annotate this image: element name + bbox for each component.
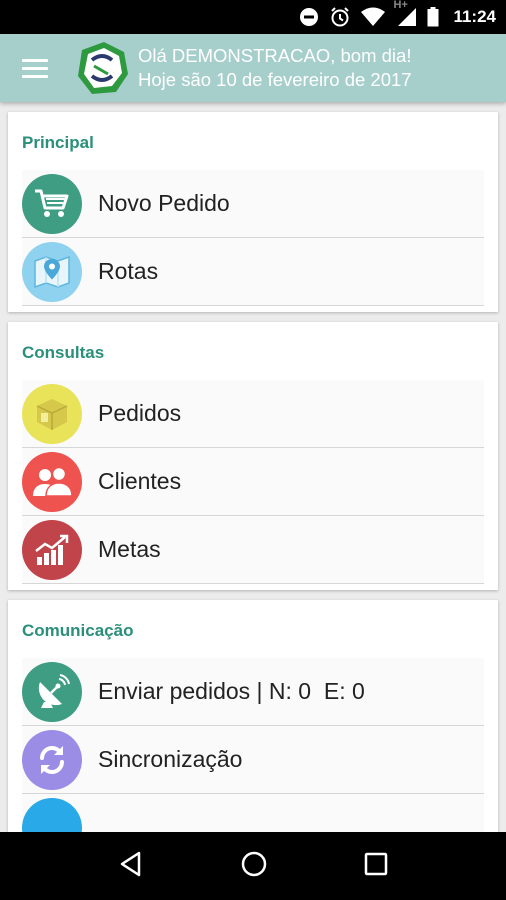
menu-item-partial[interactable] <box>22 794 484 832</box>
menu-content: Principal Novo Pedido Rotas Consultas Pe… <box>0 102 506 832</box>
battery-icon <box>427 7 439 27</box>
network-type: H+ <box>393 0 408 11</box>
map-pin-icon <box>22 241 82 302</box>
menu-item-label: Novo Pedido <box>98 190 230 216</box>
wifi-icon <box>361 7 386 27</box>
signal-icon: H+ <box>393 0 417 27</box>
clock: 11:24 <box>453 7 496 26</box>
recents-icon[interactable] <box>363 851 389 882</box>
home-icon[interactable] <box>240 850 268 883</box>
sync-icon <box>22 729 82 790</box>
status-bar: H+ 11:24 <box>0 0 506 34</box>
menu-item-label: Enviar pedidos | N: 0 E: 0 <box>98 678 365 704</box>
navigation-bar <box>0 832 506 900</box>
menu-item-novo-pedido[interactable]: Novo Pedido <box>22 170 484 238</box>
section-title: Consultas <box>22 343 105 362</box>
app-bar: Olá DEMONSTRACAO, bom dia! Hoje são 10 d… <box>0 34 506 102</box>
partial-item-icon <box>22 798 82 832</box>
menu-item-label: Sincronização <box>98 746 243 772</box>
menu-item-rotas[interactable]: Rotas <box>22 238 484 306</box>
section-comunicacao: Comunicação Enviar pedidos | N: 0 E: 0 S… <box>8 600 498 832</box>
greeting-line-2: Hoje são 10 de fevereiro de 2017 <box>138 69 412 90</box>
menu-item-label: Metas <box>98 536 161 562</box>
section-title: Comunicação <box>22 621 134 640</box>
menu-item-enviar-pedidos[interactable]: Enviar pedidos | N: 0 E: 0 <box>22 658 484 726</box>
section-title: Principal <box>22 133 94 152</box>
app-logo <box>74 40 130 96</box>
menu-item-label: Clientes <box>98 468 182 494</box>
greeting-line-1: Olá DEMONSTRACAO, bom dia! <box>138 45 412 66</box>
alarm-icon <box>329 6 351 28</box>
menu-item-metas[interactable]: Metas <box>22 516 484 584</box>
menu-item-pedidos[interactable]: Pedidos <box>22 380 484 448</box>
menu-item-label: Pedidos <box>98 400 182 426</box>
satellite-dish-icon <box>22 661 82 722</box>
menu-item-label: Rotas <box>98 258 159 284</box>
shopping-cart-icon <box>22 173 82 234</box>
box-icon <box>22 383 82 444</box>
section-principal: Principal Novo Pedido Rotas <box>8 112 498 312</box>
users-icon <box>22 451 82 512</box>
do-not-disturb-icon <box>299 7 319 27</box>
hamburger-menu-icon[interactable] <box>0 34 70 102</box>
section-consultas: Consultas Pedidos Clientes Metas <box>8 322 498 590</box>
menu-item-clientes[interactable]: Clientes <box>22 448 484 516</box>
menu-item-sincronizacao[interactable]: Sincronização <box>22 726 484 794</box>
back-icon[interactable] <box>117 850 145 883</box>
chart-icon <box>22 519 82 580</box>
